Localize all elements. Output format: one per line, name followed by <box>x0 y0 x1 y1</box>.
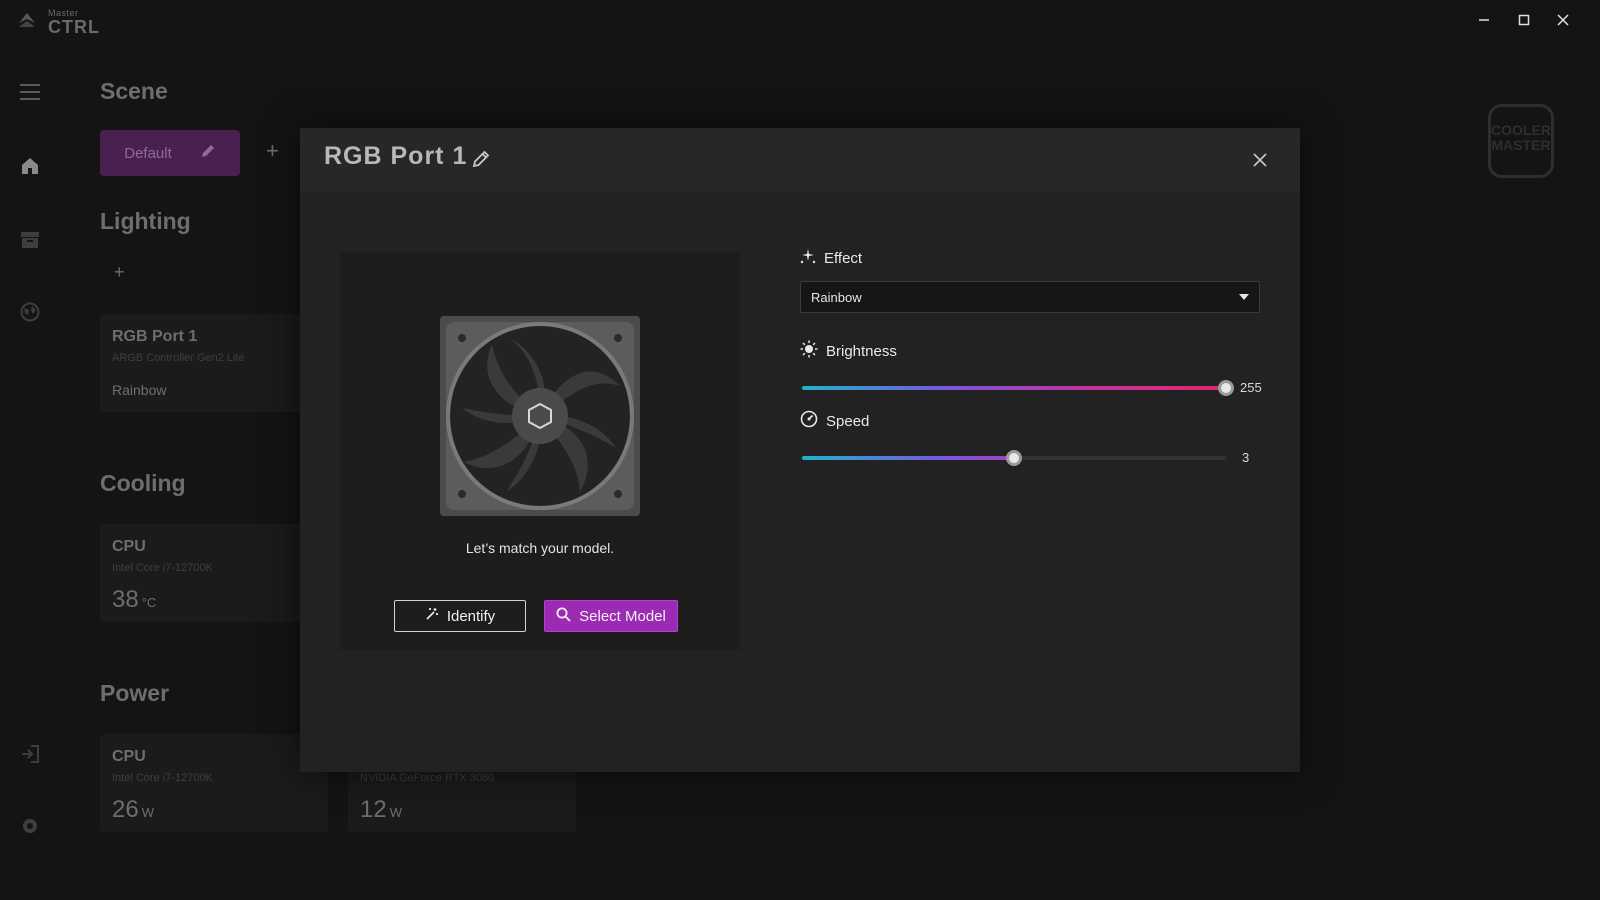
home-icon[interactable] <box>18 154 42 178</box>
cooling-cpu-card[interactable]: CPU Intel Core i7-12700K 38 °C <box>100 524 328 622</box>
nav-rail <box>0 44 62 900</box>
power-gpu-subtitle: NVIDIA GeForce RTX 3060 <box>360 772 495 784</box>
speed-control: Speed <box>800 410 869 432</box>
speed-slider[interactable] <box>802 450 1226 466</box>
add-lighting-icon[interactable]: + <box>114 262 125 283</box>
menu-icon[interactable] <box>18 80 42 104</box>
globe-icon[interactable] <box>18 300 42 324</box>
power-cpu-subtitle: Intel Core i7-12700K <box>112 772 213 784</box>
title-bar: Master CTRL <box>0 0 1600 44</box>
power-gpu-value: 12 <box>360 796 387 823</box>
settings-icon[interactable] <box>18 814 42 838</box>
speed-value: 3 <box>1242 450 1250 465</box>
search-icon <box>556 607 571 626</box>
effect-selected-value: Rainbow <box>811 290 862 305</box>
select-model-button[interactable]: Select Model <box>544 600 678 632</box>
power-cpu-value: 26 <box>112 796 139 823</box>
lighting-card[interactable]: RGB Port 1 ARGB Controller Gen2 Lite Rai… <box>100 314 328 412</box>
speed-slider-fill <box>802 456 1014 460</box>
brand-icon <box>16 9 38 36</box>
minimize-icon[interactable] <box>1470 8 1498 32</box>
select-model-label: Select Model <box>579 607 666 625</box>
effect-dropdown[interactable]: Rainbow <box>800 281 1260 313</box>
cooling-card-value: 38 <box>112 586 139 613</box>
archive-icon[interactable] <box>18 228 42 252</box>
close-icon[interactable] <box>1549 8 1577 32</box>
add-scene-icon[interactable]: + <box>266 138 279 164</box>
cooler-master-logo: COOLER MASTER <box>1488 104 1554 178</box>
rgb-port-dialog: RGB Port 1 Let’s match your model. Ident… <box>300 128 1300 772</box>
login-icon[interactable] <box>18 742 42 766</box>
power-cpu-unit: W <box>141 805 154 820</box>
brightness-slider-fill <box>802 386 1226 390</box>
dialog-title: RGB Port 1 <box>324 142 468 170</box>
brightness-control: Brightness <box>800 340 897 362</box>
power-title: Power <box>100 680 170 706</box>
cooling-card-subtitle: Intel Core i7-12700K <box>112 562 213 574</box>
scene-default-pill[interactable]: Default <box>100 130 240 176</box>
dialog-close-icon[interactable] <box>1248 148 1272 172</box>
effect-label: Effect <box>824 249 863 267</box>
power-gpu-unit: W <box>389 805 402 820</box>
device-preview-panel: Let’s match your model. Identify Select … <box>340 252 740 650</box>
sparkle-icon <box>800 248 816 268</box>
lighting-card-subtitle: ARGB Controller Gen2 Lite <box>112 352 245 364</box>
fan-image <box>440 316 640 516</box>
match-model-text: Let’s match your model. <box>465 540 615 556</box>
speedometer-icon <box>800 410 818 432</box>
scene-pill-label: Default <box>124 144 172 162</box>
pencil-icon[interactable] <box>200 143 216 163</box>
lighting-card-title: RGB Port 1 <box>112 328 198 345</box>
magic-wand-icon <box>425 607 439 625</box>
brightness-slider[interactable] <box>802 380 1234 396</box>
dialog-header: RGB Port 1 <box>300 128 1300 192</box>
cooling-title: Cooling <box>100 470 186 496</box>
identify-button[interactable]: Identify <box>394 600 526 632</box>
sun-icon <box>800 340 818 362</box>
cooling-card-title: CPU <box>112 538 146 555</box>
brightness-slider-thumb[interactable] <box>1218 380 1234 396</box>
maximize-icon[interactable] <box>1510 8 1538 32</box>
app-logo: Master CTRL <box>16 9 100 36</box>
identify-label: Identify <box>446 607 496 625</box>
speed-label: Speed <box>826 412 870 430</box>
edit-title-pencil-icon[interactable] <box>472 150 492 170</box>
chevron-down-icon <box>1239 294 1249 300</box>
lighting-title: Lighting <box>100 208 191 234</box>
scene-title: Scene <box>100 78 168 104</box>
effect-control: Effect <box>800 248 862 268</box>
lighting-card-effect: Rainbow <box>112 382 167 398</box>
brightness-value: 255 <box>1240 380 1262 395</box>
power-cpu-card[interactable]: CPU Intel Core i7-12700K 26 W <box>100 734 328 832</box>
logo-big-text: CTRL <box>48 17 100 37</box>
speed-slider-thumb[interactable] <box>1006 450 1022 466</box>
power-cpu-title: CPU <box>112 748 146 765</box>
cooling-card-unit: °C <box>141 595 157 610</box>
brightness-label: Brightness <box>826 342 897 360</box>
